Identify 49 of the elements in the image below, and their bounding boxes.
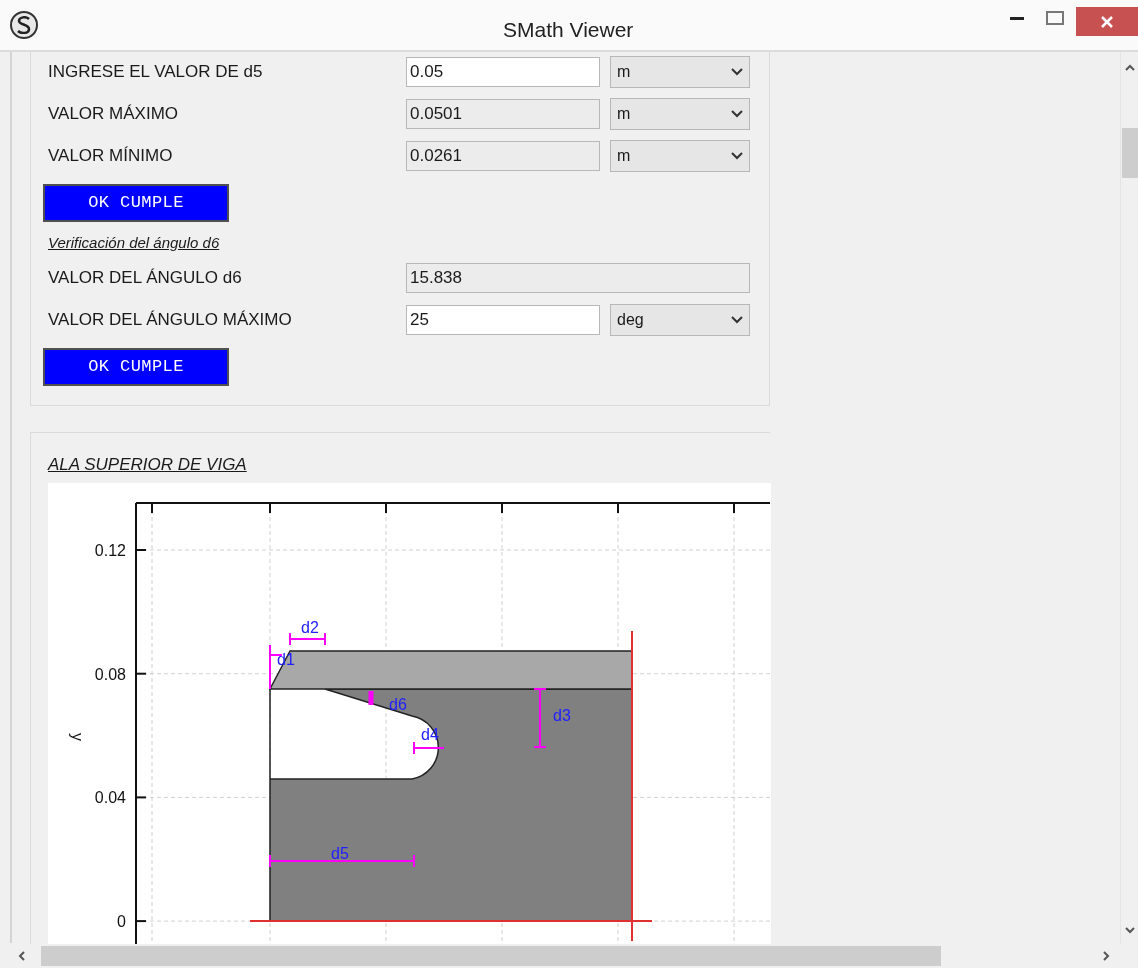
- chevron-right-icon: [1103, 951, 1110, 961]
- window-title: SMath Viewer: [503, 17, 634, 43]
- chevron-down-icon: [731, 316, 743, 324]
- y-axis-label: y: [69, 733, 86, 741]
- y-tick-label: 0.04: [94, 789, 126, 807]
- dimension-line: [289, 632, 326, 646]
- app-logo-icon: [10, 11, 38, 39]
- scroll-thumb[interactable]: [1121, 128, 1138, 178]
- y-tick-label: 0: [117, 913, 126, 931]
- ok-button[interactable]: OK CUMPLE: [43, 348, 229, 386]
- vertical-scrollbar[interactable]: [1120, 52, 1138, 944]
- close-icon: [1100, 14, 1114, 29]
- field-label: INGRESE EL VALOR DE d5: [48, 61, 264, 84]
- unit-dropdown[interactable]: m: [610, 98, 750, 130]
- y-tick-label: 0.12: [94, 542, 126, 559]
- unit-dropdown[interactable]: m: [610, 140, 750, 172]
- dimension-label: d2: [301, 619, 319, 636]
- unit-dropdown[interactable]: m: [610, 56, 750, 88]
- value-field[interactable]: 0.05: [406, 57, 600, 87]
- value-field[interactable]: 15.838: [406, 263, 750, 293]
- dimension-label: d1: [277, 651, 295, 668]
- chevron-left-icon: [18, 951, 25, 961]
- value-field[interactable]: 0.0501: [406, 99, 600, 129]
- dimension-label: d6: [389, 696, 407, 713]
- dimension-line: [368, 691, 374, 705]
- scroll-thumb[interactable]: [41, 946, 941, 966]
- ok-button[interactable]: OK CUMPLE: [43, 184, 229, 222]
- field-label: VALOR MÁXIMO: [48, 103, 180, 126]
- close-button[interactable]: [1076, 7, 1138, 36]
- chevron-down-icon: [1124, 927, 1135, 934]
- chevron-down-icon: [731, 152, 743, 160]
- field-label: VALOR MÍNIMO: [48, 145, 174, 168]
- chevron-up-icon: [1124, 64, 1135, 71]
- minimize-icon: [1010, 16, 1024, 20]
- dimension-line: [413, 741, 445, 755]
- y-tick-label: 0.08: [94, 665, 126, 683]
- chevron-down-icon: [731, 68, 743, 76]
- dimension-label: d5: [331, 845, 349, 862]
- unit-dropdown[interactable]: deg: [610, 304, 750, 336]
- field-label: VALOR DEL ÁNGULO MÁXIMO: [48, 309, 293, 332]
- dimension-line: [533, 688, 547, 748]
- chevron-down-icon: [731, 110, 743, 118]
- value-field[interactable]: 25: [406, 305, 600, 335]
- section-heading: Verificación del ángulo d6: [48, 232, 220, 253]
- dimension-label: d3: [553, 707, 571, 724]
- field-label: VALOR DEL ÁNGULO d6: [48, 267, 243, 290]
- section-heading: ALA SUPERIOR DE VIGA: [48, 453, 247, 476]
- maximize-icon: [1046, 11, 1064, 25]
- value-field[interactable]: 0.0261: [406, 141, 600, 171]
